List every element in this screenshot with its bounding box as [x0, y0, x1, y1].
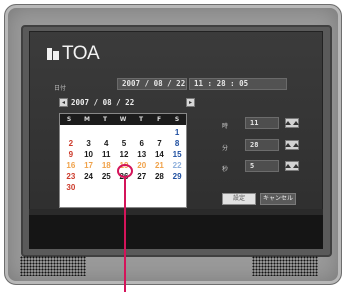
next-month-button[interactable]: ▸: [186, 98, 195, 107]
minute-spin-button[interactable]: [285, 140, 299, 150]
minute-field[interactable]: 28: [245, 139, 279, 151]
up-arrow-icon: [285, 121, 291, 125]
selected-day-highlight: [117, 164, 133, 178]
calendar-day[interactable]: 25: [97, 171, 115, 182]
calendar-day[interactable]: 6: [133, 138, 151, 149]
calendar-day[interactable]: 23: [62, 171, 80, 182]
calendar-day[interactable]: 16: [62, 160, 80, 171]
toa-logo: TOA: [47, 43, 100, 65]
calendar-day[interactable]: 7: [151, 138, 169, 149]
current-time-display: 11 : 28 : 05: [189, 78, 287, 90]
weekday-header: M: [84, 116, 90, 123]
calendar-date-display: 2007 / 08 / 22: [71, 98, 135, 107]
prev-month-button[interactable]: ◂: [59, 98, 68, 107]
calendar-day: [80, 127, 98, 138]
calendar-day[interactable]: 21: [151, 160, 169, 171]
calendar-day[interactable]: 17: [80, 160, 98, 171]
calendar-day[interactable]: 18: [97, 160, 115, 171]
second-field[interactable]: 5: [245, 160, 279, 172]
up-arrow-icon: [285, 164, 291, 168]
calendar-day: [151, 182, 169, 193]
calendar-day[interactable]: 2: [62, 138, 80, 149]
calendar: SMTWTFS 1 2 3 4 5 6 7 8 9 10 11 12 13 14 15 16 17 18 19 20 2…: [59, 113, 187, 208]
screen-lower-band: [29, 209, 323, 249]
calendar-day[interactable]: 12: [115, 149, 133, 160]
callout-line: [124, 178, 126, 292]
calendar-day: [151, 127, 169, 138]
calendar-day[interactable]: 3: [80, 138, 98, 149]
calendar-day[interactable]: 29: [168, 171, 186, 182]
calendar-weekday-header: SMTWTFS: [60, 114, 186, 125]
calendar-day: [80, 182, 98, 193]
calendar-day[interactable]: 14: [151, 149, 169, 160]
calendar-day: [168, 182, 186, 193]
toa-logo-mark-icon: [47, 48, 59, 60]
minute-label: 分: [222, 145, 229, 152]
calendar-day[interactable]: 28: [151, 171, 169, 182]
logo-text: TOA: [62, 43, 100, 64]
hour-field[interactable]: 11: [245, 117, 279, 129]
weekday-header: T: [102, 116, 108, 123]
calendar-day[interactable]: 24: [80, 171, 98, 182]
calendar-day[interactable]: 9: [62, 149, 80, 160]
second-spin-button[interactable]: [285, 161, 299, 171]
calendar-day[interactable]: 5: [115, 138, 133, 149]
second-label: 秒: [222, 166, 229, 173]
weekday-header: W: [119, 116, 127, 123]
calendar-day[interactable]: 8: [168, 138, 186, 149]
up-arrow-icon: [293, 143, 299, 147]
calendar-day[interactable]: 1: [168, 127, 186, 138]
weekday-header: S: [66, 116, 72, 123]
up-arrow-icon: [293, 121, 299, 125]
calendar-day: [133, 127, 151, 138]
calendar-day[interactable]: 20: [133, 160, 151, 171]
calendar-day[interactable]: 27: [133, 171, 151, 182]
calendar-day[interactable]: 4: [97, 138, 115, 149]
weekday-header: S: [174, 116, 180, 123]
up-arrow-icon: [293, 164, 299, 168]
left-speaker-grille: [20, 256, 86, 276]
calendar-day: [133, 182, 151, 193]
hour-label: 時: [222, 123, 229, 130]
calendar-day: [62, 127, 80, 138]
ok-button[interactable]: 設定: [222, 193, 256, 205]
current-date-display: 2007 / 08 / 22: [117, 78, 187, 90]
calendar-day: [115, 127, 133, 138]
weekday-header: F: [156, 116, 162, 123]
calendar-day[interactable]: 15: [168, 149, 186, 160]
calendar-day[interactable]: 30: [62, 182, 80, 193]
calendar-day[interactable]: 13: [133, 149, 151, 160]
calendar-day[interactable]: 10: [80, 149, 98, 160]
calendar-day[interactable]: 11: [97, 149, 115, 160]
datetime-label: 日付: [54, 85, 67, 92]
weekday-header: T: [138, 116, 144, 123]
calendar-day: [97, 127, 115, 138]
screen-divider: [29, 209, 323, 215]
calendar-day: [97, 182, 115, 193]
calendar-day[interactable]: 22: [168, 160, 186, 171]
up-arrow-icon: [285, 143, 291, 147]
hour-spin-button[interactable]: [285, 118, 299, 128]
right-speaker-grille: [252, 256, 318, 276]
cancel-button[interactable]: キャンセル: [260, 193, 296, 205]
